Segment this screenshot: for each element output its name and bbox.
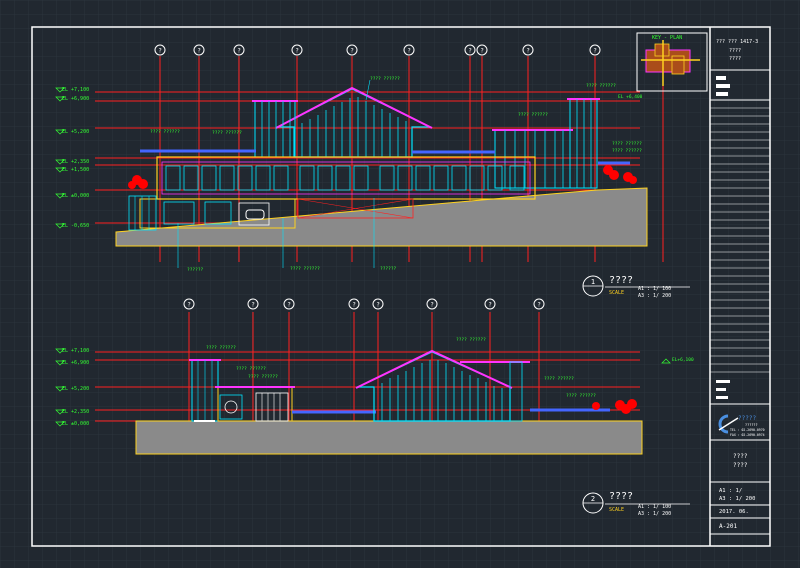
project-line-2: ???? [729,48,741,54]
tb-date: 2017. 06. [719,509,749,515]
svg-text:?: ? [537,302,541,309]
svg-text:?: ? [430,302,434,309]
svg-text:?: ? [480,48,484,55]
svg-text:EL +6,400: EL +6,400 [618,94,643,100]
svg-text:?: ? [593,48,597,55]
level-tag: EL ±0,000 [62,193,89,199]
svg-text:???? ??????: ???? ?????? [586,83,616,89]
svg-text:?: ? [350,48,354,55]
level-tag: EL +6,900 [62,96,89,102]
level-tag: EL +2,350 [62,159,89,165]
svg-text:??????: ?????? [380,266,397,272]
svg-text:?: ? [197,48,201,55]
level-tag: EL +2,350 [62,409,89,415]
svg-text:A1 : 1/ 100: A1 : 1/ 100 [638,504,671,510]
level-tag: EL +7,100 [62,348,89,354]
svg-text:A3 : 1/ 200: A3 : 1/ 200 [638,293,671,299]
svg-text:2: 2 [591,495,595,503]
cad-drawing-canvas[interactable]: ? ? ? ? ? ? ? ? ? ? ? EL +7,100 EL +6,90… [0,0,800,568]
key-plan-label: KEY - PLAN [652,35,682,41]
svg-text:?: ? [187,302,191,309]
svg-text:?: ? [488,302,492,309]
company-fax: FAX : 02-2690-0974 [730,433,765,437]
svg-text:SCALE: SCALE [609,507,624,513]
svg-text:?: ? [352,302,356,309]
level-tag: EL +6,900 [62,360,89,366]
level-tag: EL ±0,000 [62,421,89,427]
project-line-3: ???? [729,56,741,62]
level-tag: EL +7,100 [62,87,89,93]
svg-text:???? ??????: ???? ?????? [290,266,320,272]
level-tag: EL +5,200 [62,129,89,135]
svg-text:?: ? [237,48,241,55]
svg-text:1: 1 [591,278,595,286]
svg-text:???? ??????: ???? ?????? [236,366,266,372]
tb-scale-a3: A3 : 1/ 200 [719,496,755,502]
svg-text:????: ???? [609,491,633,502]
project-line-1: ??? ??? 1417-3 [716,39,758,45]
svg-text:A3 : 1/ 200: A3 : 1/ 200 [638,511,671,517]
drawing-title-1: ???? [733,453,748,460]
tb-scale-a1: A1 : 1/ [719,488,742,494]
level-tag: EL +1,500 [62,167,89,173]
svg-text:?: ? [287,302,291,309]
svg-text:?: ? [407,48,411,55]
drawing-title-2: ???? [733,462,748,469]
svg-text:???? ??????: ???? ?????? [456,337,486,343]
svg-text:????: ???? [609,275,633,286]
svg-text:?: ? [376,302,380,309]
company-sub: ?????? [745,423,758,427]
svg-text:?: ? [295,48,299,55]
svg-text:?: ? [158,48,162,55]
level-tag: EL +5,200 [62,386,89,392]
svg-text:???? ??????: ???? ?????? [248,374,278,380]
svg-text:?: ? [526,48,530,55]
level-tag: EL -0,650 [62,223,89,229]
svg-text:??????: ?????? [187,267,204,273]
svg-text:???? ??????: ???? ?????? [370,76,400,82]
background-grid [0,0,800,568]
svg-text:?: ? [468,48,472,55]
svg-text:SCALE: SCALE [609,290,624,296]
svg-text:???? ??????: ???? ?????? [544,376,574,382]
svg-text:???? ??????: ???? ?????? [206,345,236,351]
ground-lower [135,420,643,455]
svg-text:???? ??????: ???? ?????? [518,112,548,118]
svg-text:???? ??????: ???? ?????? [150,129,180,135]
tb-sheet-number: A-201 [719,523,737,530]
svg-text:EL+6,100: EL+6,100 [672,357,694,363]
svg-text:???? ??????: ???? ?????? [612,148,642,154]
svg-text:???? ??????: ???? ?????? [212,130,242,136]
svg-text:?: ? [251,302,255,309]
svg-text:???? ??????: ???? ?????? [612,141,642,147]
svg-text:???? ??????: ???? ?????? [566,393,596,399]
company-name: ????? [738,415,756,422]
company-tel: TEL : 02-2690-0970 [730,428,765,432]
